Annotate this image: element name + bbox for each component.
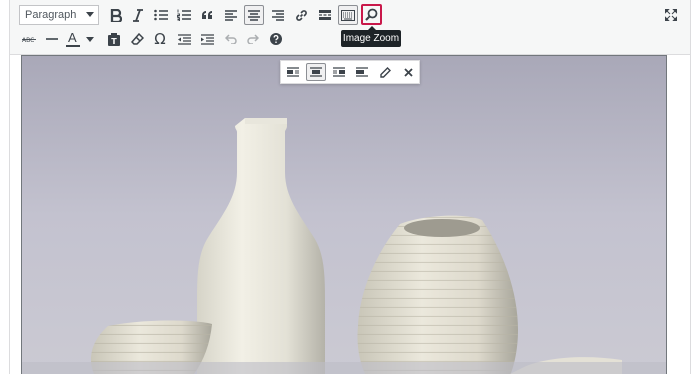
image-inline-toolbar bbox=[280, 60, 420, 84]
editor-frame: Paragraph ABC A T Ω Image Zoom bbox=[0, 0, 700, 374]
text-color-icon[interactable]: A bbox=[64, 29, 96, 49]
omega-glyph: Ω bbox=[154, 29, 166, 48]
numbered-list-icon[interactable] bbox=[174, 5, 194, 25]
svg-text:T: T bbox=[111, 37, 117, 46]
bullet-list-icon[interactable] bbox=[151, 5, 171, 25]
clear-formatting-icon[interactable] bbox=[127, 29, 147, 49]
fullscreen-icon[interactable] bbox=[661, 5, 681, 25]
image-zoom-tooltip: Image Zoom bbox=[341, 26, 401, 47]
image-align-center-icon[interactable] bbox=[306, 63, 326, 81]
strikethrough-icon[interactable]: ABC bbox=[19, 29, 39, 49]
chevron-down-icon bbox=[86, 36, 94, 42]
edit-image-icon[interactable] bbox=[375, 63, 395, 81]
align-center-icon[interactable] bbox=[244, 5, 264, 25]
align-left-icon[interactable] bbox=[221, 5, 241, 25]
frame-border-left bbox=[9, 0, 10, 374]
image-align-none-icon[interactable] bbox=[352, 63, 372, 81]
italic-icon[interactable] bbox=[128, 5, 148, 25]
image-align-left-icon[interactable] bbox=[283, 63, 303, 81]
chevron-down-icon bbox=[86, 12, 94, 17]
special-character-icon[interactable]: Ω bbox=[150, 29, 170, 49]
image-zoom-icon[interactable] bbox=[361, 4, 382, 25]
undo-icon[interactable] bbox=[221, 29, 241, 49]
text-color-bar bbox=[66, 45, 80, 47]
toolbar-toggle-icon[interactable] bbox=[338, 5, 358, 25]
format-select-value: Paragraph bbox=[25, 9, 77, 21]
text-color-letter: A bbox=[68, 30, 77, 45]
blockquote-icon[interactable] bbox=[197, 5, 217, 25]
read-more-icon[interactable] bbox=[315, 5, 335, 25]
svg-text:ABC: ABC bbox=[22, 37, 34, 43]
decrease-indent-icon[interactable] bbox=[174, 29, 194, 49]
help-icon[interactable] bbox=[266, 29, 286, 49]
align-right-icon[interactable] bbox=[268, 5, 288, 25]
horizontal-line-icon[interactable] bbox=[42, 29, 62, 49]
text-color-swatch: A bbox=[66, 31, 80, 47]
frame-border-right bbox=[690, 0, 691, 374]
image-vases[interactable] bbox=[21, 55, 667, 374]
vases-photo bbox=[22, 56, 666, 374]
tooltip-text: Image Zoom bbox=[342, 33, 400, 44]
increase-indent-icon[interactable] bbox=[197, 29, 217, 49]
redo-icon[interactable] bbox=[243, 29, 263, 49]
remove-image-icon[interactable] bbox=[398, 63, 418, 81]
link-icon[interactable] bbox=[291, 5, 311, 25]
paste-as-text-icon[interactable]: T bbox=[104, 29, 124, 49]
format-select[interactable]: Paragraph bbox=[19, 5, 99, 25]
bold-icon[interactable] bbox=[106, 5, 126, 25]
image-align-right-icon[interactable] bbox=[329, 63, 349, 81]
